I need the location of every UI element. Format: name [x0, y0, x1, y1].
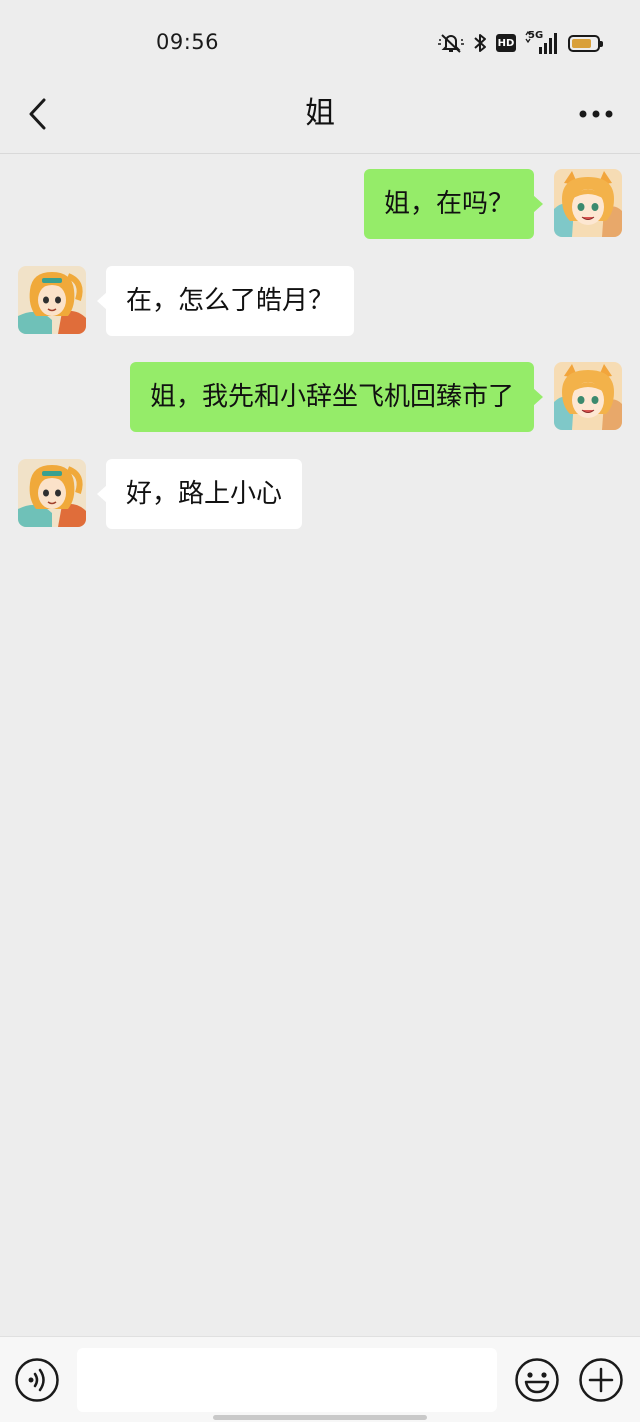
message-item: 姐，在吗？ — [0, 169, 640, 241]
more-button[interactable] — [576, 94, 616, 134]
contact-avatar[interactable] — [18, 459, 86, 527]
status-time: 09:56 — [156, 30, 220, 54]
message-bubble[interactable]: 姐，我先和小辞坐飞机回臻市了 — [129, 362, 544, 432]
more-functions-button[interactable] — [578, 1357, 624, 1403]
voice-icon — [15, 1358, 59, 1402]
emoji-button[interactable] — [514, 1357, 560, 1403]
voice-button[interactable] — [14, 1357, 60, 1403]
battery-icon — [568, 34, 603, 52]
input-bar — [0, 1336, 640, 1422]
message-item: 好，路上小心 — [0, 459, 640, 531]
status-bar: 09:56 HD 5G — [0, 0, 640, 84]
plus-icon — [579, 1358, 623, 1402]
message-bubble[interactable]: 在，怎么了皓月？ — [96, 266, 355, 336]
more-dots-icon — [579, 110, 613, 118]
message-item: 姐，我先和小辞坐飞机回臻市了 — [0, 362, 640, 434]
emoji-icon — [515, 1358, 559, 1402]
chat-title: 姐 — [305, 96, 335, 131]
message-item: 在，怎么了皓月？ — [0, 266, 640, 338]
contact-avatar[interactable] — [18, 266, 86, 334]
message-bubble[interactable]: 姐，在吗？ — [363, 169, 544, 239]
status-icons: HD 5G — [438, 30, 603, 56]
cellular-signal-icon: 5G — [525, 30, 559, 55]
bluetooth-icon — [473, 33, 487, 53]
message-input[interactable] — [77, 1348, 497, 1412]
message-bubble[interactable]: 好，路上小心 — [96, 459, 303, 529]
chat-header: 姐 — [0, 84, 640, 154]
mute-bell-icon — [438, 32, 464, 54]
home-indicator[interactable] — [213, 1415, 427, 1420]
my-avatar[interactable] — [554, 169, 622, 237]
my-avatar[interactable] — [554, 362, 622, 430]
hd-badge: HD — [496, 34, 516, 52]
battery-level — [572, 38, 592, 48]
